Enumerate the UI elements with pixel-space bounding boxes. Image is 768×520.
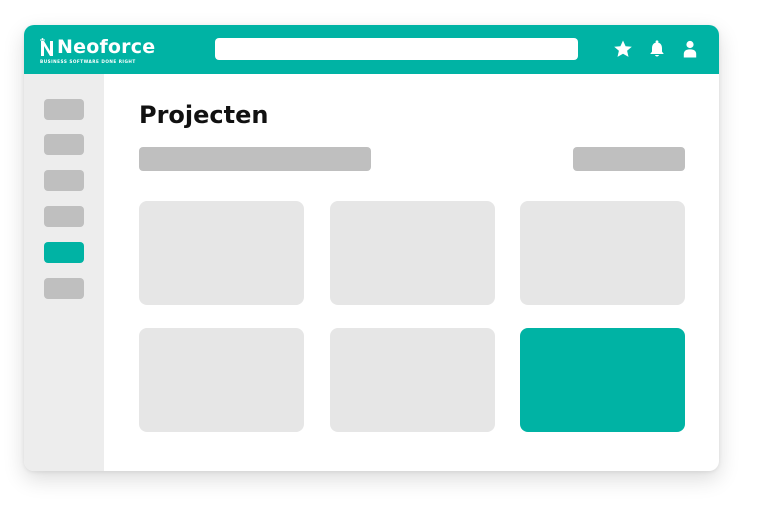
project-card[interactable] — [330, 328, 495, 432]
star-icon[interactable] — [613, 39, 633, 59]
user-icon[interactable] — [680, 39, 700, 59]
logo-n-mark-icon — [40, 38, 53, 56]
project-card[interactable] — [520, 201, 685, 305]
sidebar-item[interactable] — [44, 206, 84, 227]
brand-name: Neoforce — [57, 36, 156, 58]
sidebar-item[interactable] — [44, 99, 84, 120]
brand-tagline: BUSINESS SOFTWARE DONE RIGHT — [40, 59, 136, 64]
app-window: Neoforce BUSINESS SOFTWARE DONE RIGHT Pr… — [24, 25, 719, 471]
top-navigation-bar: Neoforce BUSINESS SOFTWARE DONE RIGHT — [24, 25, 719, 74]
brand-logo[interactable]: Neoforce BUSINESS SOFTWARE DONE RIGHT — [40, 34, 180, 68]
page-title: Projecten — [139, 101, 269, 129]
sidebar-item[interactable] — [44, 278, 84, 299]
project-card[interactable] — [330, 201, 495, 305]
search-input[interactable] — [215, 38, 578, 60]
project-card[interactable] — [139, 328, 304, 432]
sidebar-item[interactable] — [44, 134, 84, 155]
project-card-highlighted[interactable] — [520, 328, 685, 432]
sidebar — [24, 74, 104, 471]
bell-icon[interactable] — [647, 39, 667, 59]
sidebar-item-active[interactable] — [44, 242, 84, 263]
project-card[interactable] — [139, 201, 304, 305]
filter-bar[interactable] — [139, 147, 371, 171]
sidebar-item[interactable] — [44, 170, 84, 191]
action-button[interactable] — [573, 147, 685, 171]
